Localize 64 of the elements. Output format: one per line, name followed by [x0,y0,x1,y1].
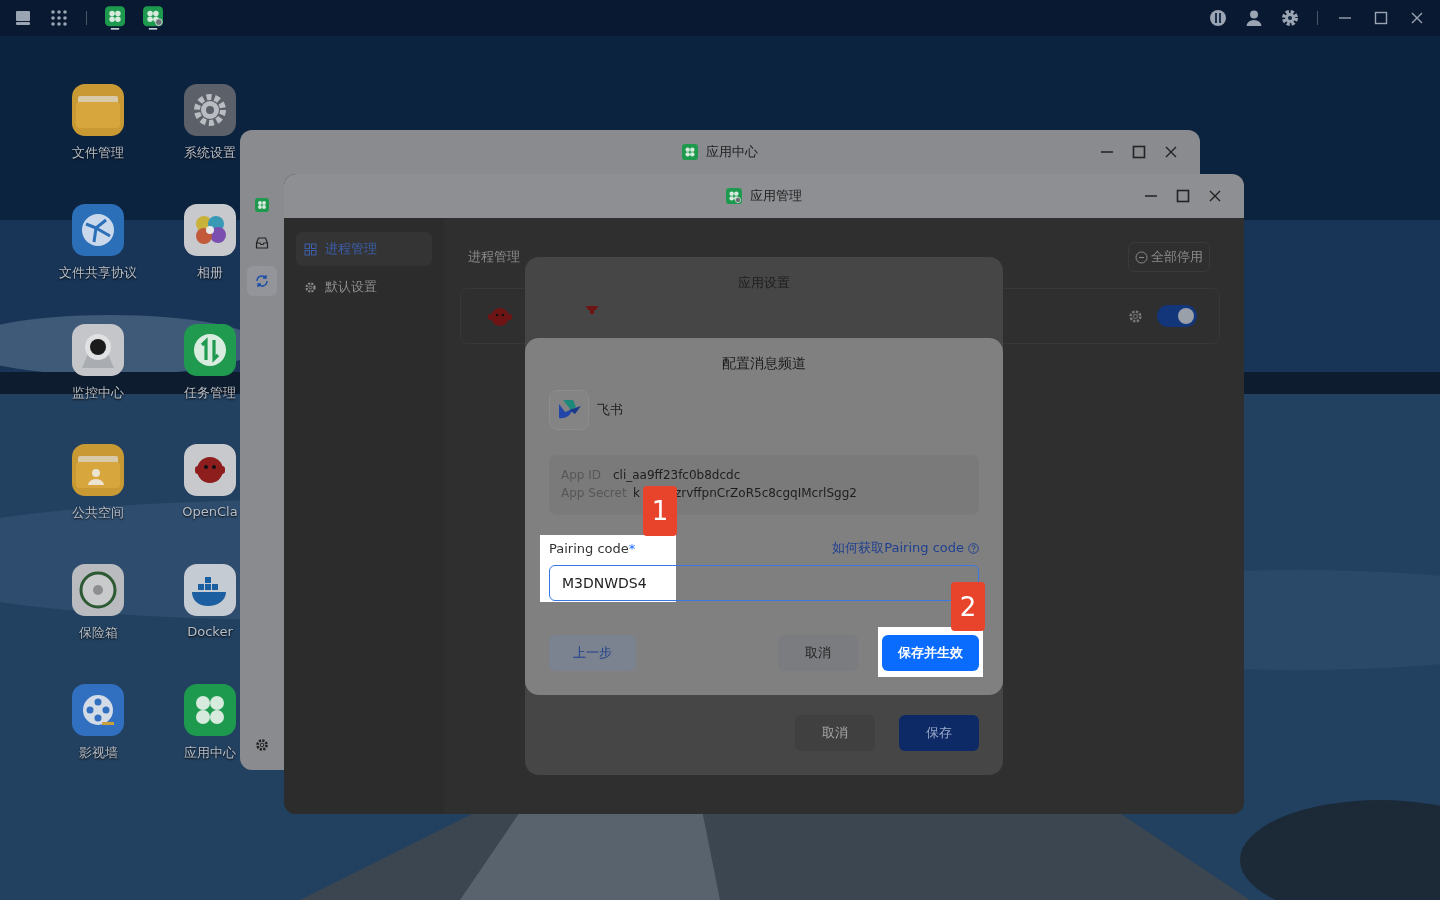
clover-icon[interactable] [105,6,125,30]
dialog-title: 配置消息频道 [721,354,807,373]
desktop-icon-label: 文件共享协议 [59,264,137,282]
flower-icon[interactable] [184,204,236,256]
field-label: Pairing code* [549,540,636,556]
desktop-icon-label: 任务管理 [184,384,236,402]
folder-people-icon[interactable] [72,444,124,496]
user-icon[interactable] [1245,9,1263,27]
desktop-icon-label: 公共空间 [72,504,124,522]
desktop-icon-label: 保险箱 [78,624,118,642]
step-badge: 1 [643,486,677,536]
clover-icon[interactable] [184,684,236,736]
settings-icon[interactable] [1281,9,1299,27]
save-button[interactable]: 保存并生效 [882,635,979,671]
desktop-icon-label: 文件管理 [72,144,124,162]
channel-name: 飞书 [597,401,623,419]
grid-icon [304,242,317,256]
help-icon [968,542,979,554]
film-reel-icon[interactable] [72,684,124,736]
camera-icon[interactable] [72,324,124,376]
clover-icon [682,144,698,160]
sidebar-item[interactable]: 默认设置 [296,270,432,304]
settings-icon[interactable] [255,738,269,752]
maximize-icon[interactable] [1132,145,1146,159]
desktop-icon-label: 影视墙 [78,744,118,762]
desktop-icon-label: 相册 [197,264,223,282]
help-link[interactable]: 如何获取Pairing code [832,539,979,557]
settings-icon[interactable] [1128,308,1143,324]
globe-icon[interactable] [72,204,124,256]
whale-icon[interactable] [184,564,236,616]
window-title: 应用中心 [706,143,758,161]
gear-icon[interactable] [184,84,236,136]
inbox-icon[interactable] [255,236,269,250]
transfer-icon[interactable] [1209,9,1227,27]
step-badge: 2 [951,582,985,631]
dial-icon[interactable] [72,564,124,616]
field-value: zrvffpnCrZoR5c8cgqIMcrlSgg2 [674,485,857,502]
desktop-icon-label: OpenCla [182,504,238,519]
close-icon[interactable] [1208,189,1222,203]
close-icon[interactable] [1164,145,1178,159]
field-value: k [633,485,640,502]
desktop-icon-label: Docker [187,624,233,639]
cancel-button[interactable]: 取消 [795,715,875,751]
settings-icon [304,280,317,294]
window-title: 应用管理 [750,187,802,205]
toggle-switch[interactable] [1157,305,1197,327]
folder-icon[interactable] [72,84,124,136]
stop-all-button[interactable]: 全部停用 [1128,242,1210,272]
clover-gear-icon [726,188,742,204]
minus-circle-icon [1135,250,1148,264]
arrows-icon[interactable] [184,324,236,376]
monitor-icon[interactable] [14,9,32,27]
maximize-icon[interactable] [1176,189,1190,203]
field-value: cli_aa9ff23fc0b8dcdc [613,467,741,484]
sync-icon[interactable] [255,274,269,288]
save-button[interactable]: 保存 [899,715,979,751]
desktop-icon-label: 系统设置 [184,144,236,162]
apps-grid-icon[interactable] [50,9,68,27]
maximize-icon[interactable] [1372,9,1390,27]
desktop-icon-label: 监控中心 [72,384,124,402]
section-heading: 进程管理 [467,248,520,266]
cancel-button[interactable]: 取消 [778,635,858,671]
desktop-icon-label: 应用中心 [184,744,236,762]
clover-gear-icon[interactable] [143,6,163,30]
